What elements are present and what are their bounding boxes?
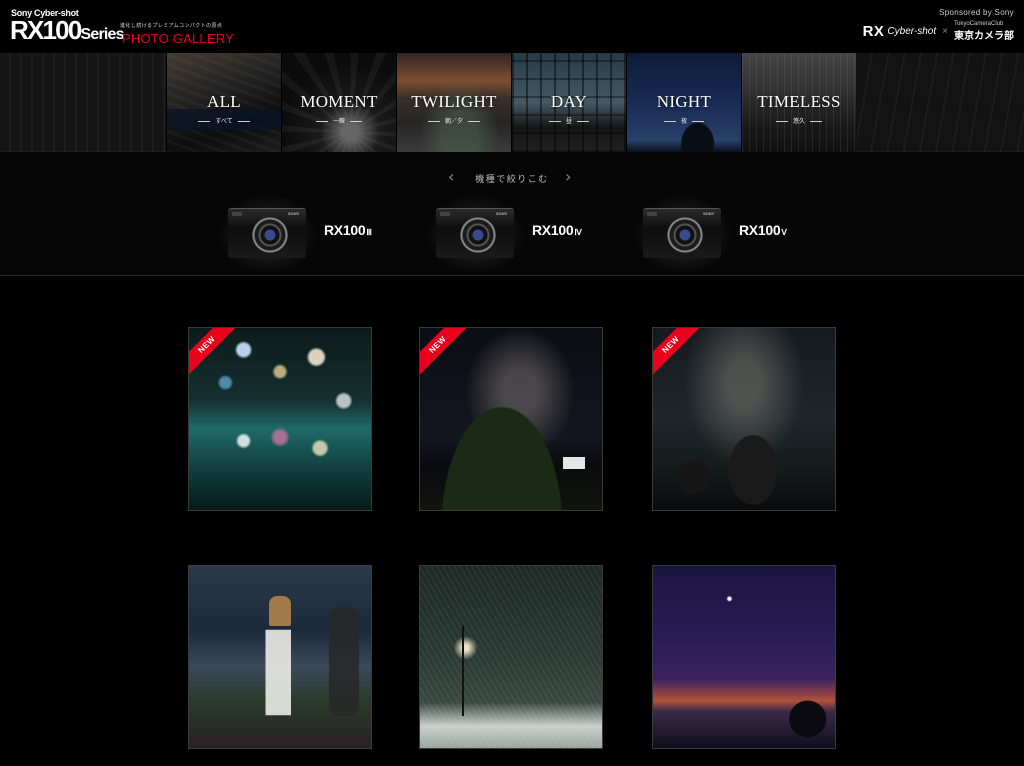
sponsor-logos: RX Cyber-shot × TokyoCameraClub 東京カメラ部 (863, 20, 1014, 42)
tab-all[interactable]: ALL すべて (166, 53, 281, 152)
tab-all-sub: すべて (167, 116, 281, 125)
tab-timeless-label: TIMELESS (757, 92, 841, 111)
brand-series: Series (80, 26, 125, 43)
camera-icon: SONY (422, 191, 530, 271)
camera-name: RX100Ⅴ (739, 222, 787, 238)
brand-tagline: 進化し続けるプレミアムコンパクトの原点 (120, 23, 223, 29)
tab-twilight-sub: 朝／夕 (397, 116, 511, 125)
camera-brand-mark: SONY (496, 211, 508, 216)
tab-night-label: NIGHT (656, 92, 712, 111)
passerby-shape (329, 606, 359, 716)
brand-main-text: RX100Series (10, 15, 125, 49)
tab-day-label: DAY (550, 92, 588, 111)
camera-option-rx100-iii[interactable]: SONY RX100Ⅲ (214, 191, 372, 271)
chevron-right-icon[interactable]: › (565, 167, 571, 186)
straw-hat-shape (269, 596, 291, 626)
site-header: Sony Cyber-shot RX100Series 進化し続けるプレミアムコ… (0, 0, 1024, 53)
brand-model: RX100 (10, 15, 82, 45)
cybershot-logo[interactable]: Cyber-shot (887, 26, 936, 37)
camera-filter: ‹ 機種で絞りこむ › SONY RX100Ⅲ SONY RX100Ⅳ SONY… (0, 152, 1024, 276)
photo-thumbnail-milky-way-rocks[interactable]: NEW (652, 327, 836, 511)
nav-edge-decoration-left (0, 53, 166, 152)
filter-title: 機種で絞りこむ (475, 174, 549, 184)
tab-twilight-label: TWILIGHT (411, 92, 497, 111)
category-nav: ALL すべて MOMENT 一瞬 TWILIGHT 朝／夕 DAY 昼 NIG… (0, 53, 1024, 152)
photo-thumbnail-bokeh-water[interactable]: NEW (188, 327, 372, 511)
rx-logo[interactable]: RX (863, 23, 885, 40)
photo-thumbnail-snow-park[interactable] (419, 565, 603, 749)
site-logo[interactable]: Sony Cyber-shot RX100Series 進化し続けるプレミアムコ… (10, 8, 240, 50)
photo-thumbnail-twilight-sea[interactable] (652, 565, 836, 749)
tab-night[interactable]: NIGHT 夜 (626, 53, 741, 152)
tab-moment-label: MOMENT (300, 92, 378, 111)
tab-timeless[interactable]: TIMELESS 悠久 (741, 53, 856, 152)
camera-brand-mark: SONY (288, 211, 300, 216)
nav-edge-decoration-right (857, 53, 1024, 152)
sponsor-label: Sponsored by Sony (939, 8, 1014, 17)
camera-option-rx100-iv[interactable]: SONY RX100Ⅳ (422, 191, 582, 271)
tab-day[interactable]: DAY 昼 (511, 53, 626, 152)
tab-day-sub: 昼 (512, 116, 626, 125)
camera-name: RX100Ⅲ (324, 222, 372, 238)
tab-twilight[interactable]: TWILIGHT 朝／夕 (396, 53, 511, 152)
camera-icon: SONY (629, 191, 737, 271)
photo-thumbnail-street-monk[interactable] (188, 565, 372, 749)
gallery-subtitle: PHOTO GALLERY (122, 31, 234, 46)
tab-moment-sub: 一瞬 (282, 116, 396, 125)
tab-all-label: ALL (207, 92, 241, 111)
tab-moment[interactable]: MOMENT 一瞬 (281, 53, 396, 152)
street-lamp-shape (462, 626, 464, 716)
camera-icon: SONY (214, 191, 322, 271)
camera-name: RX100Ⅳ (532, 222, 582, 238)
camera-option-rx100-v[interactable]: SONY RX100Ⅴ (629, 191, 787, 271)
lighthouse-shape (563, 457, 585, 469)
photo-grid: NEW NEW NEW (0, 277, 1024, 766)
tab-timeless-sub: 悠久 (742, 116, 856, 125)
camera-brand-mark: SONY (703, 211, 715, 216)
tab-night-sub: 夜 (627, 116, 741, 125)
tcc-logo-jp: 東京カメラ部 (954, 30, 1014, 42)
logo-separator: × (942, 25, 948, 37)
tokyo-camera-club-logo[interactable]: TokyoCameraClub 東京カメラ部 (954, 21, 1014, 42)
photo-thumbnail-milky-way-cliff[interactable]: NEW (419, 327, 603, 511)
